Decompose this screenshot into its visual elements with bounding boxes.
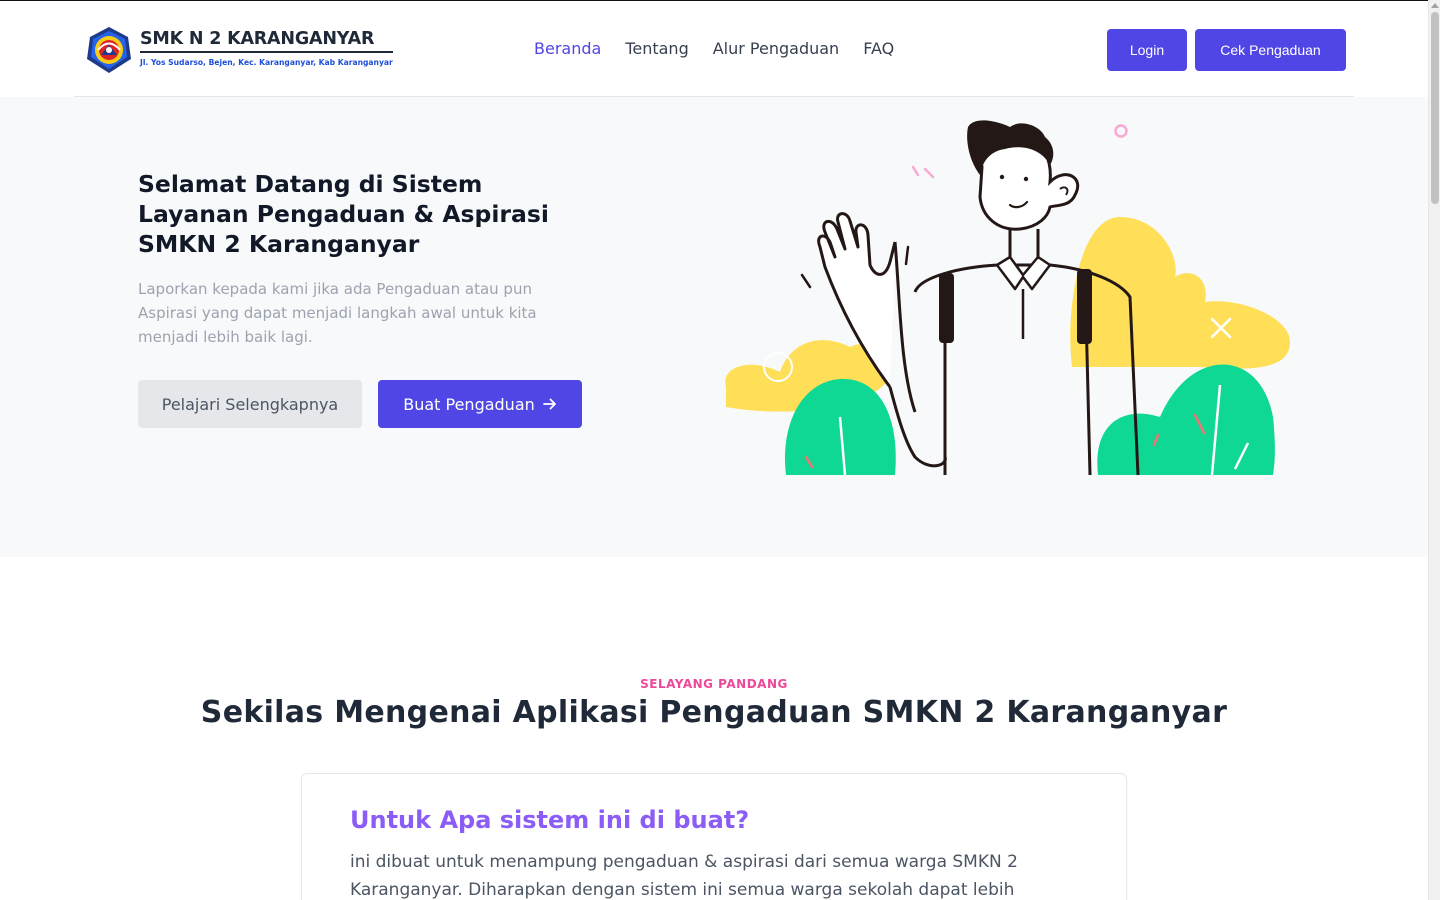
login-button[interactable]: Login (1107, 29, 1187, 71)
create-complaint-button[interactable]: Buat Pengaduan (378, 380, 582, 428)
hero-section: Selamat Datang di Sistem Layanan Pengadu… (0, 97, 1428, 557)
nav-item-beranda[interactable]: Beranda (534, 39, 601, 59)
learn-more-label: Pelajari Selengkapnya (161, 394, 339, 414)
arrow-right-icon (542, 398, 556, 410)
site-header: SMK N 2 KARANGANYAR Jl. Yos Sudarso, Bej… (0, 1, 1428, 97)
about-card: Untuk Apa sistem ini di buat? ini dibuat… (301, 773, 1127, 900)
brand-logo[interactable]: SMK N 2 KARANGANYAR Jl. Yos Sudarso, Bej… (84, 25, 393, 75)
scrollbar-thumb[interactable] (1431, 12, 1439, 204)
brand-address: Jl. Yos Sudarso, Bejen, Kec. Karanganyar… (140, 58, 393, 67)
nav-item-faq[interactable]: FAQ (863, 39, 894, 59)
check-complaint-button[interactable]: Cek Pengaduan (1195, 29, 1346, 71)
nav-item-alur-pengaduan[interactable]: Alur Pengaduan (713, 39, 839, 59)
page: SMK N 2 KARANGANYAR Jl. Yos Sudarso, Bej… (0, 0, 1428, 900)
hero-description: Laporkan kepada kami jika ada Pengaduan … (138, 280, 537, 346)
hero-title: Selamat Datang di Sistem Layanan Pengadu… (138, 170, 549, 258)
scroll-up-arrow-icon[interactable] (1431, 3, 1439, 8)
brand-name: SMK N 2 KARANGANYAR (140, 29, 393, 53)
nav-item-tentang[interactable]: Tentang (625, 39, 688, 59)
waving-man-illustration (725, 120, 1290, 476)
page-scrollbar[interactable] (1428, 0, 1440, 900)
about-card-text: ini dibuat untuk menampung pengaduan & a… (350, 852, 1018, 900)
about-title: Sekilas Mengenai Aplikasi Pengaduan SMKN… (200, 695, 1228, 730)
create-complaint-label: Buat Pengaduan (403, 394, 535, 414)
about-eyebrow: SELAYANG PANDANG (640, 677, 788, 691)
about-card-title: Untuk Apa sistem ini di buat? (350, 806, 750, 834)
brand-text: SMK N 2 KARANGANYAR Jl. Yos Sudarso, Bej… (140, 29, 393, 67)
school-emblem-icon (87, 27, 131, 73)
main-nav: Beranda Tentang Alur Pengaduan FAQ (534, 39, 894, 59)
learn-more-button[interactable]: Pelajari Selengkapnya (138, 380, 362, 428)
